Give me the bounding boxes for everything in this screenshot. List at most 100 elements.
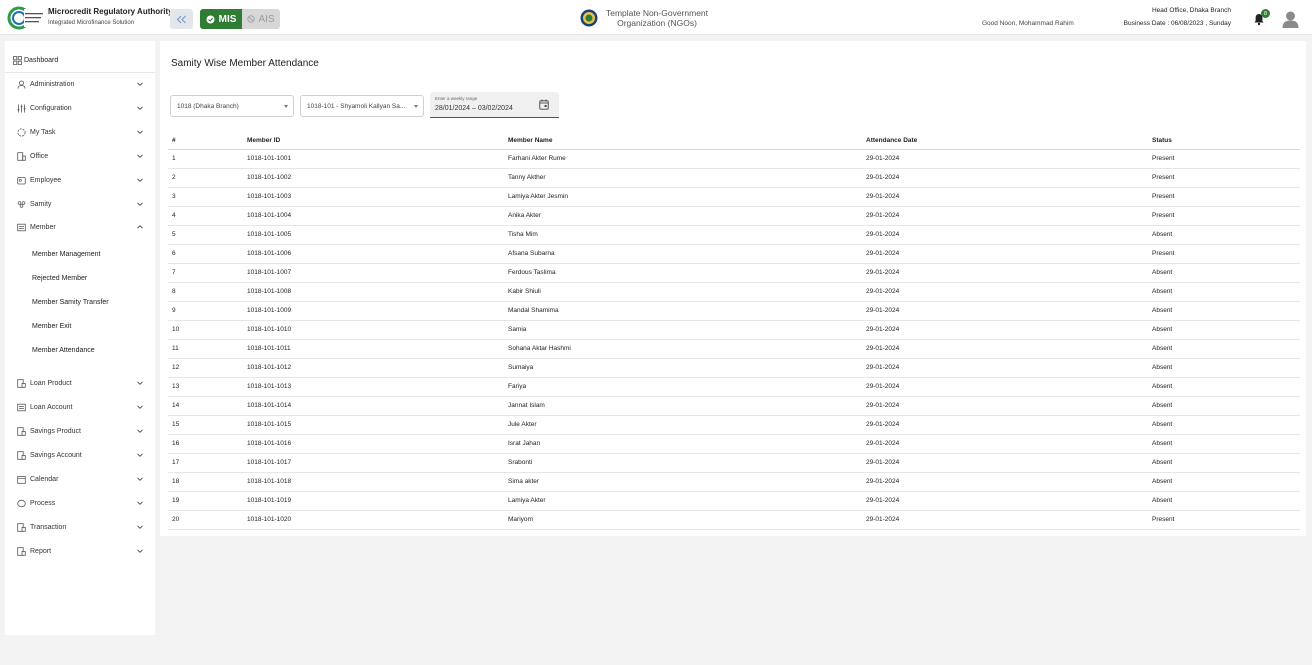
samity-select[interactable]: 1018-101 - Shyamoli Kallyan Sa... [300, 95, 424, 117]
sidebar-item-label: Dashboard [24, 56, 59, 64]
table-row[interactable]: 4 1018-101-1004 Anika Akter 29-01-2024 Prese… [168, 207, 1300, 226]
cell-row-index: 1 [172, 155, 176, 162]
cell-attendance-date: 29-01-2024 [866, 421, 900, 428]
table-row[interactable]: 18 1018-101-1018 Sima akter 29-01-2024 Absen… [168, 473, 1300, 492]
column-header-member-name[interactable]: Member Name [508, 137, 552, 144]
cell-row-index: 7 [172, 269, 176, 276]
sidebar-item-loan-account[interactable]: Loan Account [5, 395, 155, 419]
cell-attendance-date: 29-01-2024 [866, 193, 900, 200]
table-row[interactable]: 2 1018-101-1002 Tanny Akther 29-01-2024 Pres… [168, 169, 1300, 188]
config-icon [17, 104, 26, 112]
cell-member-id: 1018-101-1013 [247, 383, 292, 390]
ais-toggle[interactable]: AIS [242, 9, 280, 29]
cell-row-index: 17 [172, 459, 180, 466]
cell-row-index: 8 [172, 288, 176, 295]
cell-row-index: 20 [172, 516, 180, 523]
cell-member-id: 1018-101-1018 [247, 478, 292, 485]
mis-toggle[interactable]: MIS [200, 9, 242, 29]
column-header-index[interactable]: # [172, 137, 176, 144]
sidebar-item-process[interactable]: Process [5, 491, 155, 515]
cell-member-id: 1018-101-1003 [247, 193, 292, 200]
table-row[interactable]: 1 1018-101-1001 Farhani Akter Rume 29-01-20… [168, 150, 1300, 169]
sidebar-item-employee[interactable]: Employee [5, 168, 155, 192]
cell-member-id: 1018-101-1011 [247, 345, 291, 352]
sidebar-item-label: Transaction [30, 523, 67, 531]
sidebar-subitem-member-samity-transfer[interactable]: Member Samity Transfer [32, 299, 109, 306]
cell-attendance-date: 29-01-2024 [866, 402, 900, 409]
table-row[interactable]: 12 1018-101-1012 Sumaiya 29-01-2024 Absent [168, 359, 1300, 378]
sidebar-subitem-member-management[interactable]: Member Management [32, 251, 100, 258]
sidebar-item-loan-product[interactable]: Loan Product [5, 371, 155, 395]
table-row[interactable]: 14 1018-101-1014 Jannat Islam 29-01-2024 Abs… [168, 397, 1300, 416]
sidebar-item-label: Loan Product [30, 379, 72, 387]
branch-select[interactable]: 1018 (Dhaka Branch) [170, 95, 294, 117]
sidebar-item-savings-account[interactable]: Savings Account [5, 443, 155, 467]
sidebar-subitem-member-attendance[interactable]: Member Attendance [32, 347, 95, 354]
cell-member-id: 1018-101-1004 [247, 212, 292, 219]
cell-status: Present [1152, 250, 1175, 257]
sidebar-item-member[interactable]: Member [5, 215, 155, 239]
sidebar-item-my-task[interactable]: My Task [5, 120, 155, 144]
sidebar-item-configuration[interactable]: Configuration [5, 96, 155, 120]
sidebar-subitem-member-exit[interactable]: Member Exit [32, 323, 71, 330]
sidebar-item-label: Configuration [30, 104, 72, 112]
column-header-attendance-date[interactable]: Attendance Date [866, 137, 917, 144]
cell-member-name: Srabonti [508, 459, 533, 466]
collapse-sidebar-button[interactable] [170, 9, 193, 29]
sidebar-item-label: Employee [30, 176, 62, 184]
mra-logo-icon[interactable] [7, 5, 45, 31]
sidebar-item-office[interactable]: Office [5, 144, 155, 168]
table-row[interactable]: 9 1018-101-1009 Mandal Shamima 29-01-2024 Ab… [168, 302, 1300, 321]
sidebar-item-report[interactable]: Report [5, 539, 155, 563]
cell-member-name: Samia [508, 326, 527, 333]
sidebar-item-savings-product[interactable]: Savings Product [5, 419, 155, 443]
cell-attendance-date: 29-01-2024 [866, 497, 900, 504]
table-row[interactable]: 19 1018-101-1019 Lamiya Akter 29-01-2024 Abs… [168, 492, 1300, 511]
sidebar-item-calendar[interactable]: Calendar [5, 467, 155, 491]
chevron-down-icon [137, 130, 143, 134]
cell-attendance-date: 29-01-2024 [866, 288, 900, 295]
table-row[interactable]: 11 1018-101-1011 Sohana Aktar Hashmi 29-01-… [168, 340, 1300, 359]
table-row[interactable]: 5 1018-101-1005 Tisha Mim 29-01-2024 Absent [168, 226, 1300, 245]
table-row[interactable]: 15 1018-101-1015 Jule Akter 29-01-2024 Absen… [168, 416, 1300, 435]
sidebar-item-administration[interactable]: Administration [5, 72, 155, 96]
table-row[interactable]: 10 1018-101-1010 Samia 29-01-2024 Absent [168, 321, 1300, 340]
sidebar-item-label: Savings Product [30, 427, 81, 435]
table-row[interactable]: 3 1018-101-1003 Lamiya Akter Jesmin 29-01-2… [168, 188, 1300, 207]
cell-status: Absent [1152, 269, 1173, 276]
sidebar-item-label: Administration [30, 80, 75, 88]
table-row[interactable]: 6 1018-101-1006 Afsana Subarna 29-01-2024 Pr… [168, 245, 1300, 264]
org-seal-icon [580, 9, 598, 27]
cell-status: Absent [1152, 421, 1173, 428]
avatar[interactable] [1282, 10, 1299, 28]
cell-member-id: 1018-101-1001 [247, 155, 292, 162]
chevron-down-icon [137, 381, 143, 385]
sidebar-subitem-rejected-member[interactable]: Rejected Member [32, 275, 87, 282]
sidebar-item-dashboard[interactable]: Dashboard [5, 48, 155, 72]
table-row[interactable]: 20 1018-101-1020 Mariyom 29-01-2024 Present [168, 511, 1300, 530]
business-date: Business Date : 06/08/2023 , Sunday [1123, 20, 1231, 27]
brand-title: Microcredit Regulatory Authority [48, 7, 173, 16]
cell-status: Absent [1152, 326, 1173, 333]
column-header-member-id[interactable]: Member ID [247, 137, 280, 144]
table-row[interactable]: 13 1018-101-1013 Fariya 29-01-2024 Absent [168, 378, 1300, 397]
calendar-icon[interactable] [539, 99, 549, 110]
sidebar-item-transaction[interactable]: Transaction [5, 515, 155, 539]
column-header-status[interactable]: Status [1152, 137, 1172, 144]
sidebar-item-samity[interactable]: Samity [5, 192, 155, 216]
weekly-range-input[interactable]: Enter a weekly range 28/01/2024 – 03/02/… [430, 92, 559, 118]
sidebar-item-label: Process [30, 499, 56, 507]
sidebar-item-label: Member [30, 223, 56, 231]
cell-member-name: Ferdous Taslima [508, 269, 556, 276]
chevron-down-icon [137, 106, 143, 110]
cell-member-id: 1018-101-1020 [247, 516, 292, 523]
table-row[interactable]: 17 1018-101-1017 Srabonti 29-01-2024 Absent [168, 454, 1300, 473]
cell-row-index: 16 [172, 440, 180, 447]
block-icon [247, 15, 256, 23]
table-row[interactable]: 7 1018-101-1007 Ferdous Taslima 29-01-2024 A… [168, 264, 1300, 283]
table-body: 1 1018-101-1001 Farhani Akter Rume 29-01-20… [168, 150, 1300, 530]
cell-status: Present [1152, 193, 1175, 200]
page-title: Samity Wise Member Attendance [171, 58, 319, 69]
table-row[interactable]: 16 1018-101-1016 Israt Jahan 29-01-2024 Abse… [168, 435, 1300, 454]
table-row[interactable]: 8 1018-101-1008 Kabir Shiuli 29-01-2024 Abse… [168, 283, 1300, 302]
